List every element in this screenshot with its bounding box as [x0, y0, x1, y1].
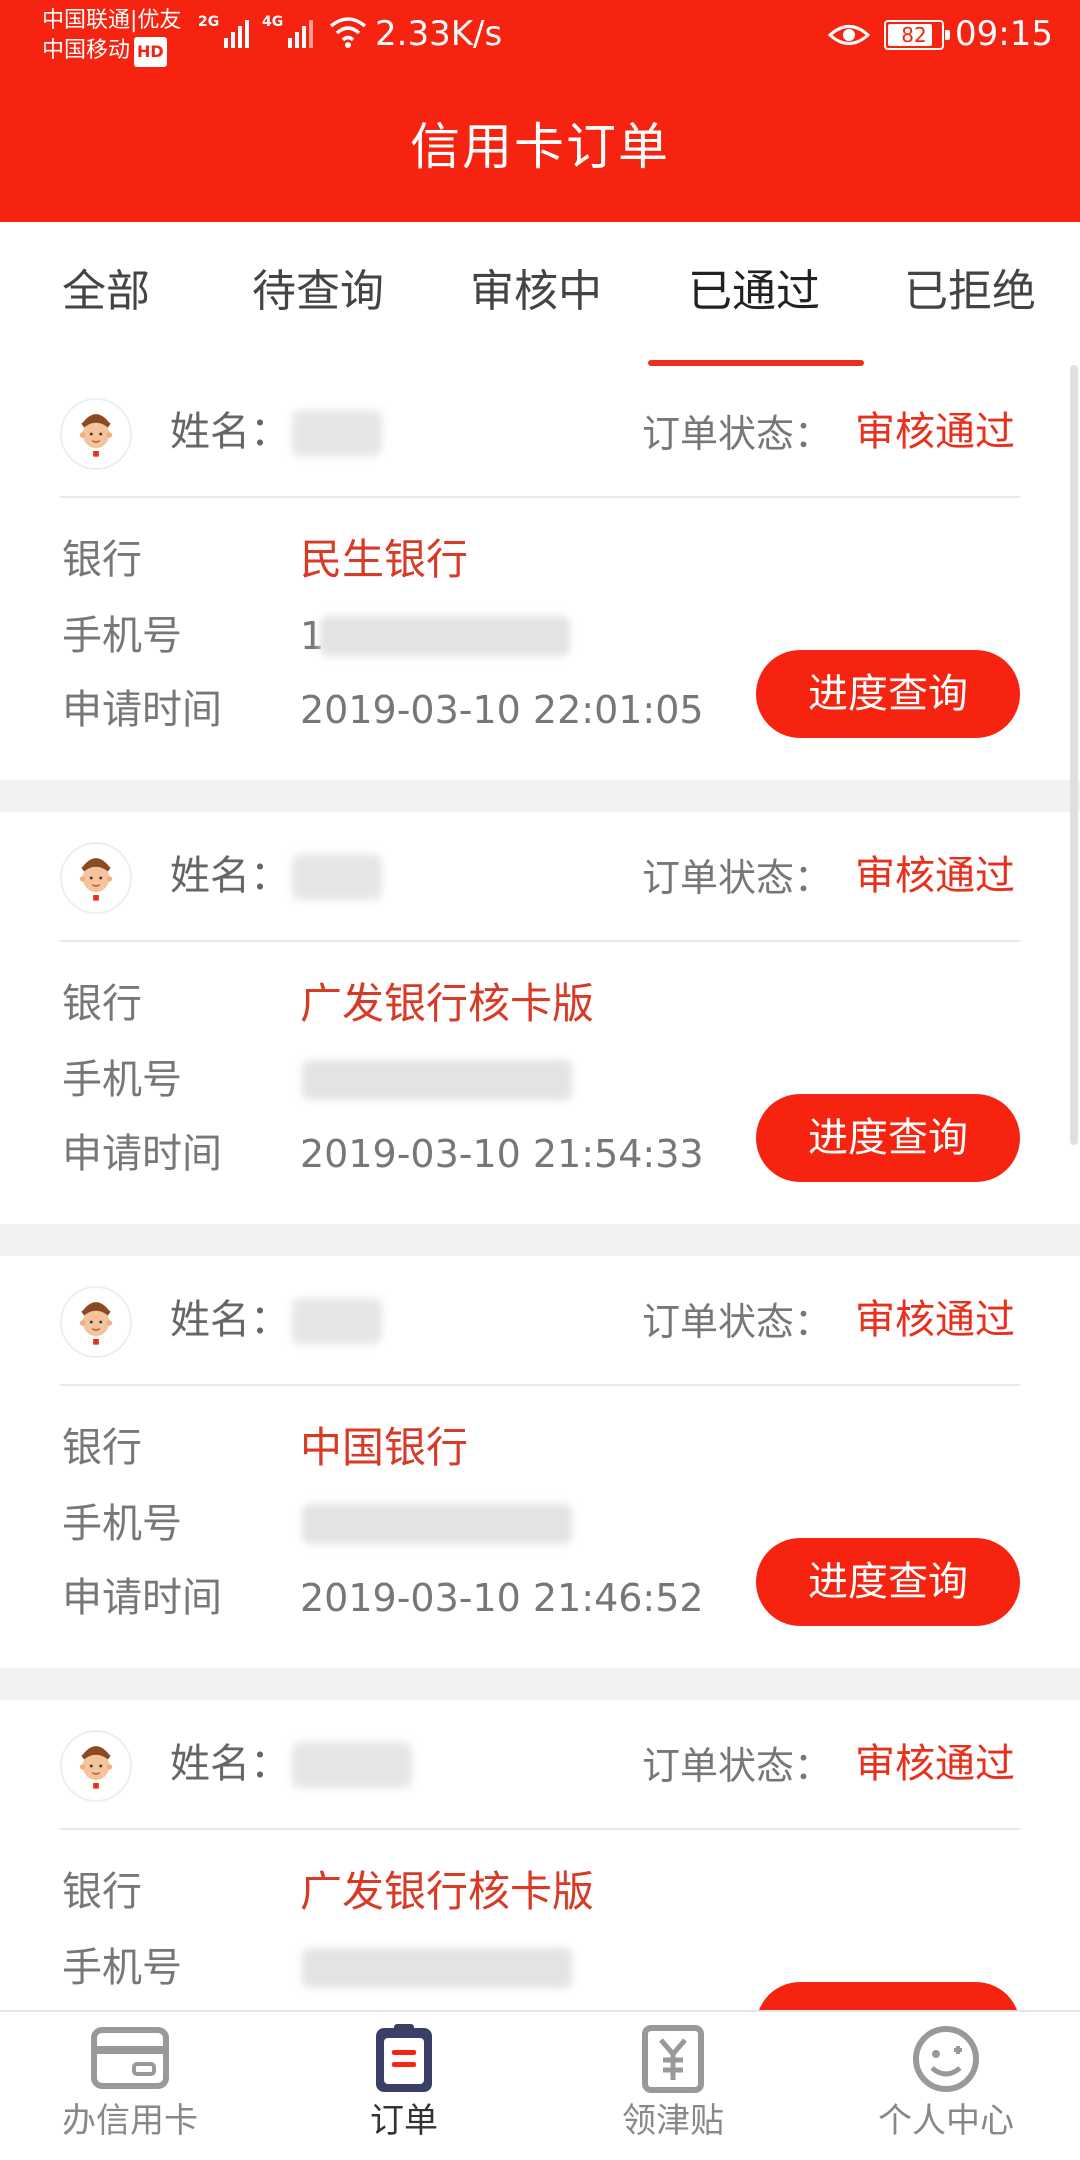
- name-label: 姓名：: [170, 1297, 290, 1343]
- apply-time-label: 申请时间: [62, 1131, 222, 1177]
- scrollbar[interactable]: [1070, 365, 1078, 1145]
- tab-approved[interactable]: 已通过: [688, 262, 820, 322]
- order-status-label: 订单状态：: [642, 856, 833, 900]
- apply-time-value: 2019-03-10 21:46:52: [300, 1576, 704, 1620]
- bank-name: 广发银行核卡版: [300, 979, 595, 1028]
- nav-label: 办信用卡: [62, 2101, 198, 2141]
- order-status-value: 审核通过: [855, 409, 1015, 455]
- tab-all[interactable]: 全部: [62, 262, 150, 322]
- name-label: 姓名：: [170, 853, 290, 899]
- bank-label: 银行: [62, 981, 142, 1027]
- tab-pending-query[interactable]: 待查询: [252, 262, 384, 322]
- nav-label: 订单: [370, 2101, 438, 2141]
- carrier-2: 中国移动: [42, 38, 131, 63]
- order-card: 姓名： 订单状态： 审核通过 银行 中国银行 手机号 申请时间 2019-03-…: [0, 1256, 1080, 1668]
- card-icon: [91, 2027, 169, 2089]
- progress-query-button[interactable]: 进度查询: [756, 1538, 1020, 1626]
- order-status-value: 审核通过: [855, 853, 1015, 899]
- network-speed: 2.33K/s: [375, 14, 503, 54]
- name-redacted: [292, 1742, 412, 1788]
- order-status-label: 订单状态：: [642, 1744, 833, 1788]
- order-status-value: 审核通过: [855, 1741, 1015, 1787]
- active-tab-indicator: [648, 360, 864, 366]
- order-tabs: 全部 待查询 审核中 已通过 已拒绝: [0, 222, 1080, 368]
- avatar: [60, 1730, 132, 1802]
- nav-orders[interactable]: 订单: [304, 2024, 504, 2160]
- eye-comfort-icon: [828, 25, 870, 45]
- avatar: [60, 842, 132, 914]
- avatar: [60, 398, 132, 470]
- phone-label: 手机号: [62, 1945, 182, 1991]
- bank-name: 广发银行核卡版: [300, 1867, 595, 1916]
- clock: 09:15: [955, 14, 1053, 54]
- order-card-header: 姓名： 订单状态： 审核通过: [60, 812, 1020, 942]
- nav-apply-card[interactable]: 办信用卡: [30, 2024, 230, 2160]
- smiley-icon: [913, 2026, 979, 2092]
- name-redacted: [292, 410, 382, 456]
- phone-redacted: [302, 1060, 572, 1100]
- hd-badge: HD: [134, 37, 167, 67]
- apply-time-label: 申请时间: [62, 1575, 222, 1621]
- app-header: 中国联通|优友 中国移动 HD 2G 4G 2.33K/s 82 09:15 信用…: [0, 0, 1080, 222]
- nav-label: 个人中心: [878, 2101, 1014, 2141]
- order-card-header: 姓名： 订单状态： 审核通过: [60, 1700, 1020, 1830]
- battery-icon: 82: [884, 20, 950, 50]
- phone-label: 手机号: [62, 613, 182, 659]
- order-card: 姓名： 订单状态： 审核通过 银行 民生银行 手机号 1 申请时间 2019-0…: [0, 368, 1080, 780]
- wifi-icon: [329, 17, 367, 48]
- tab-under-review[interactable]: 审核中: [470, 262, 602, 322]
- bank-name: 民生银行: [300, 535, 469, 584]
- phone-redacted: [320, 616, 570, 656]
- page-title: 信用卡订单: [410, 118, 670, 176]
- phone-label: 手机号: [62, 1057, 182, 1103]
- signal-icon-2: 4G: [262, 14, 314, 48]
- nav-allowance[interactable]: 领津贴: [573, 2024, 773, 2160]
- apply-time-value: 2019-03-10 21:54:33: [300, 1132, 704, 1176]
- apply-time-label: 申请时间: [62, 687, 222, 733]
- order-status-value: 审核通过: [855, 1297, 1015, 1343]
- order-status-label: 订单状态：: [642, 412, 833, 456]
- nav-label: 领津贴: [622, 2101, 724, 2141]
- carrier-info: 中国联通|优友 中国移动 HD: [42, 6, 181, 67]
- phone-redacted: [302, 1504, 572, 1544]
- order-card: 姓名： 订单状态： 审核通过 银行 广发银行核卡版 手机号 申请时间 2019-…: [0, 812, 1080, 1224]
- bottom-nav: 办信用卡 订单 领津贴 个人中心: [0, 2010, 1080, 2160]
- bank-label: 银行: [62, 1425, 142, 1471]
- order-card-header: 姓名： 订单状态： 审核通过: [60, 368, 1020, 498]
- name-label: 姓名：: [170, 1741, 290, 1787]
- progress-query-button[interactable]: 进度查询: [756, 650, 1020, 738]
- phone-label: 手机号: [62, 1501, 182, 1547]
- yen-icon: [642, 2025, 704, 2093]
- name-redacted: [292, 1298, 382, 1344]
- phone-redacted: [302, 1948, 572, 1988]
- tab-rejected[interactable]: 已拒绝: [904, 262, 1036, 322]
- clipboard-icon: [376, 2024, 432, 2092]
- name-redacted: [292, 854, 382, 900]
- bank-label: 银行: [62, 1869, 142, 1915]
- signal-icon: 2G: [198, 14, 250, 48]
- bank-name: 中国银行: [300, 1423, 469, 1472]
- order-card: 姓名： 订单状态： 审核通过 银行 广发银行核卡版 手机号: [0, 1700, 1080, 2010]
- name-label: 姓名：: [170, 409, 290, 455]
- carrier-1: 中国联通|优友: [42, 8, 182, 33]
- order-list[interactable]: 姓名： 订单状态： 审核通过 银行 民生银行 手机号 1 申请时间 2019-0…: [0, 368, 1080, 2010]
- order-card-header: 姓名： 订单状态： 审核通过: [60, 1256, 1020, 1386]
- nav-profile[interactable]: 个人中心: [846, 2024, 1046, 2160]
- avatar: [60, 1286, 132, 1358]
- bank-label: 银行: [62, 537, 142, 583]
- progress-query-button[interactable]: [756, 1982, 1020, 2010]
- progress-query-button[interactable]: 进度查询: [756, 1094, 1020, 1182]
- order-status-label: 订单状态：: [642, 1300, 833, 1344]
- apply-time-value: 2019-03-10 22:01:05: [300, 688, 704, 732]
